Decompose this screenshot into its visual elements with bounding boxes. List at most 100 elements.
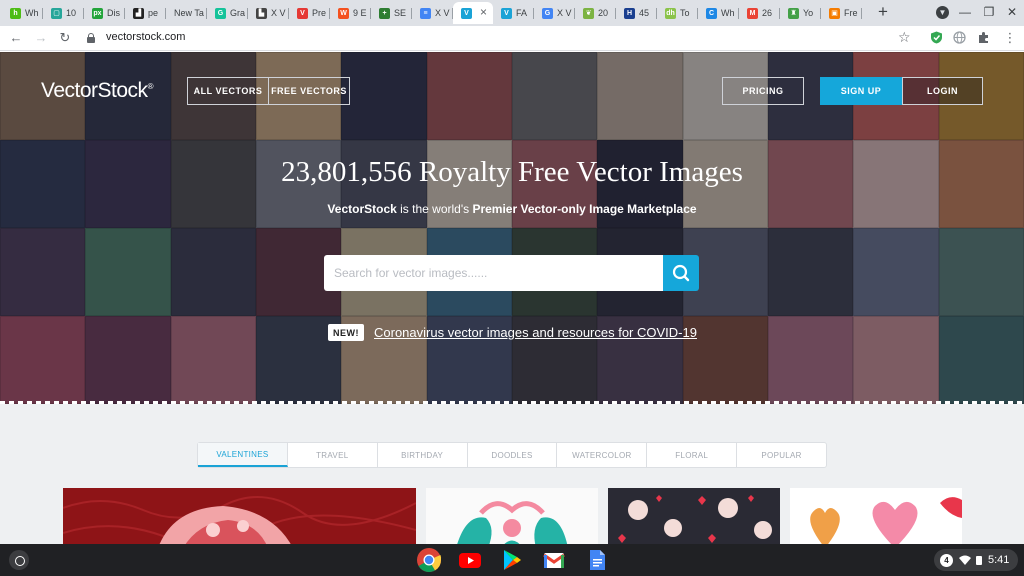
v-icon: V: [297, 7, 308, 19]
tab-title: Yo: [803, 8, 814, 18]
chrome-icon[interactable]: [416, 547, 442, 573]
browser-tab[interactable]: ▣ Fre: [821, 2, 862, 24]
all-vectors-button[interactable]: ALL VECTORS: [187, 77, 269, 105]
browser-tab[interactable]: ❦ 20: [575, 2, 616, 24]
tab-title: Wh: [25, 8, 39, 18]
tab-title: pe: [148, 8, 159, 18]
tab-title: FA: [516, 8, 528, 18]
globe-extension-icon[interactable]: [953, 31, 966, 44]
browser-tab[interactable]: H 45: [616, 2, 657, 24]
lock-icon: [87, 33, 95, 43]
browser-tab[interactable]: V Pre: [289, 2, 330, 24]
page-title: 23,801,556 Royalty Free Vector Images: [281, 156, 743, 188]
category-tab-floral[interactable]: FLORAL: [647, 443, 738, 467]
browser-tab[interactable]: + SE: [371, 2, 412, 24]
browser-tab[interactable]: G Gra: [207, 2, 248, 24]
category-tab-birthday[interactable]: BIRTHDAY: [378, 443, 468, 467]
browser-tab[interactable]: px Dis: [84, 2, 125, 24]
valentines-thumbnail-3[interactable]: [608, 488, 780, 548]
category-tab-doodles[interactable]: DOODLES: [468, 443, 558, 467]
browser-tab[interactable]: GX V: [534, 2, 575, 24]
extensions-puzzle-icon[interactable]: [977, 31, 990, 44]
valentines-thumbnail-4[interactable]: [790, 488, 962, 548]
search-icon: [672, 264, 690, 282]
wifi-icon: [959, 555, 971, 565]
restore-button[interactable]: ❐: [981, 4, 997, 20]
vectorstock-icon: V: [501, 7, 512, 19]
hero-section: VectorStock® ALL VECTORS FREE VECTORS PR…: [0, 52, 1024, 404]
sign-up-button[interactable]: SIGN UP: [820, 77, 902, 105]
docs-icon[interactable]: [584, 547, 610, 573]
browser-tab[interactable]: dh To: [657, 2, 698, 24]
play-store-icon[interactable]: [499, 547, 525, 573]
close-window-button[interactable]: ✕: [1004, 4, 1020, 20]
grammarly-icon: G: [215, 7, 226, 19]
minimize-button[interactable]: —: [957, 4, 973, 20]
tab-title: Dis: [107, 8, 120, 18]
covid-resources-link[interactable]: Coronavirus vector images and resources …: [374, 325, 697, 340]
plus-icon: +: [379, 7, 390, 19]
category-tab-watercolor[interactable]: WATERCOLOR: [557, 443, 648, 467]
notification-count-badge: 4: [940, 553, 953, 567]
browser-tab[interactable]: ▙ X V: [248, 2, 289, 24]
browser-tab[interactable]: ▢ 10: [43, 2, 84, 24]
leaf-icon: ❦: [583, 7, 594, 19]
gmail-icon[interactable]: [541, 547, 567, 573]
browser-tab[interactable]: W 9 E: [330, 2, 371, 24]
search-button[interactable]: [663, 255, 699, 291]
new-badge: NEW!: [328, 324, 364, 341]
tab-title: Fre: [844, 8, 858, 18]
browser-tab[interactable]: C Wh: [698, 2, 739, 24]
url-text: vectorstock.com: [106, 31, 186, 43]
docs-icon: ≡: [420, 7, 431, 19]
tab-search-icon[interactable]: ▼: [936, 6, 949, 19]
category-tab-valentines[interactable]: VALENTINES: [198, 443, 288, 467]
browser-tab[interactable]: ♜ Yo: [780, 2, 821, 24]
free-vectors-button[interactable]: FREE VECTORS: [269, 77, 350, 105]
pricing-button[interactable]: PRICING: [722, 77, 804, 105]
tab-title: Gra: [230, 8, 246, 18]
orange-icon: ▣: [829, 7, 840, 19]
browser-tab[interactable]: h Wh: [2, 2, 43, 24]
login-button[interactable]: LOGIN: [902, 77, 983, 105]
browser-tab[interactable]: V FA: [493, 2, 534, 24]
youtube-icon[interactable]: [457, 547, 483, 573]
browser-tab[interactable]: ▟ pe: [125, 2, 166, 24]
search-field[interactable]: [324, 255, 664, 291]
back-button[interactable]: ←: [8, 30, 24, 46]
reload-button[interactable]: ↻: [57, 30, 73, 46]
px-icon: px: [92, 7, 103, 19]
browser-tab-strip: h Wh ▢ 10 px Dis ▟ pe New Ta G Gra ▙ X V V Pre W 9 E + SE ≡…: [0, 0, 1024, 26]
search-input[interactable]: [324, 255, 664, 291]
shirt-icon: ♜: [788, 7, 799, 19]
valentines-thumbnail-2[interactable]: [426, 488, 598, 548]
doodle-heart-image: [63, 496, 416, 548]
browser-tab[interactable]: V ×: [453, 2, 493, 24]
tab-title: X V: [557, 8, 572, 18]
category-tab-travel[interactable]: TRAVEL: [288, 443, 378, 467]
category-tab-popular[interactable]: POPULAR: [737, 443, 826, 467]
tagline: VectorStock is the world's Premier Vecto…: [327, 202, 697, 216]
tab-title: 10: [66, 8, 77, 18]
browser-menu-icon[interactable]: ⋮: [1002, 30, 1018, 46]
gmail-icon: M: [747, 7, 758, 19]
watercolor-hearts-image: [810, 497, 962, 548]
new-tab-button[interactable]: +: [874, 2, 892, 22]
close-tab-icon[interactable]: ×: [480, 5, 487, 19]
launcher-button[interactable]: [9, 550, 29, 570]
browser-tab[interactable]: M 26: [739, 2, 780, 24]
bookmark-star-icon[interactable]: ☆: [898, 29, 911, 46]
tab-title: Pre: [312, 8, 327, 18]
shield-extension-icon[interactable]: [930, 31, 943, 44]
site-logo[interactable]: VectorStock®: [41, 79, 154, 103]
browser-tab[interactable]: ≡ X V: [412, 2, 453, 24]
status-tray[interactable]: 4 5:41: [934, 549, 1018, 571]
browser-tab[interactable]: New Ta: [166, 2, 207, 24]
address-bar[interactable]: vectorstock.com ☆: [80, 28, 920, 49]
forward-button[interactable]: →: [33, 30, 49, 46]
clock-time: 5:41: [988, 554, 1010, 566]
tab-title: X V: [435, 8, 450, 18]
os-shelf: 4 5:41: [0, 544, 1024, 576]
tab-title: 26: [762, 8, 773, 18]
valentines-thumbnail-1[interactable]: [63, 488, 416, 548]
